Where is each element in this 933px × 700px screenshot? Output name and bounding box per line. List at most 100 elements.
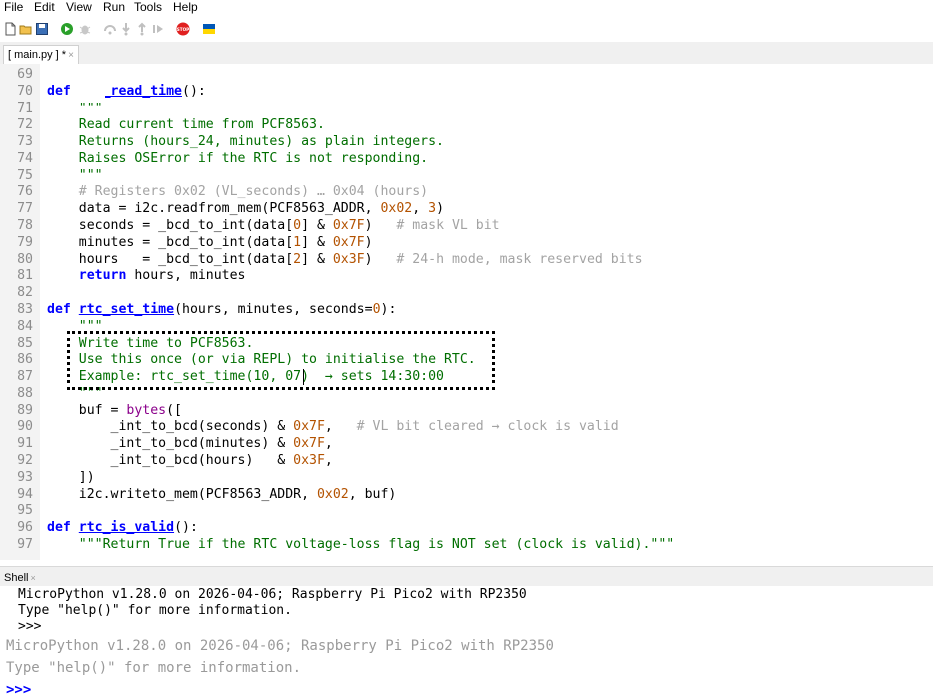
menu-help[interactable]: Help <box>173 0 198 15</box>
keyword: return <box>78 268 127 284</box>
docstring: Returns (hours_24, minutes) as plain int… <box>78 134 444 150</box>
tab-shell[interactable]: Shell × <box>4 570 36 586</box>
line-number: 93 <box>17 469 33 485</box>
shell-tab-strip: Shell × <box>0 566 933 587</box>
tab-main-py[interactable]: [ main.py ] * × <box>3 45 79 65</box>
code-line: 73 Returns (hours_24, minutes) as plain … <box>0 134 933 151</box>
debug-icon[interactable] <box>78 22 92 36</box>
code-line: 93 ]) <box>0 470 933 487</box>
code-line: 71 """ <box>0 101 933 118</box>
line-number: 92 <box>17 452 33 468</box>
code-line: 75 """ <box>0 168 933 185</box>
stop-icon[interactable]: STOP <box>176 22 190 36</box>
code-line: 97 """Return True if the RTC voltage-los… <box>0 537 933 554</box>
code-line: 76 # Registers 0x02 (VL_seconds) … 0x04 … <box>0 184 933 201</box>
step-out-icon[interactable] <box>135 22 149 36</box>
step-over-icon[interactable] <box>103 22 117 36</box>
line-number: 84 <box>17 318 33 334</box>
code-line: 95 <box>0 503 933 520</box>
docstring: """Return True if the RTC voltage-loss f… <box>78 536 675 552</box>
close-icon[interactable]: × <box>30 573 35 583</box>
docstring: """ <box>78 167 103 183</box>
code-line: 79 minutes = _bcd_to_int(data[1] & 0x7F) <box>0 235 933 252</box>
code-line: 81 return hours, minutes <box>0 268 933 285</box>
resume-icon[interactable] <box>151 22 165 36</box>
line-number: 97 <box>17 536 33 552</box>
keyword: def <box>47 520 71 536</box>
menu-edit[interactable]: Edit <box>34 0 55 15</box>
line-number: 94 <box>17 486 33 502</box>
code-line: 94 i2c.writeto_mem(PCF8563_ADDR, 0x02, b… <box>0 487 933 504</box>
code-line: 92 _int_to_bcd(hours) & 0x3F, <box>0 453 933 470</box>
ukraine-flag-icon <box>203 24 215 34</box>
code-line: 83 def rtc_set_time(hours, minutes, secon… <box>0 302 933 319</box>
line-number: 83 <box>17 301 33 317</box>
shell-output-line: MicroPython v1.28.0 on 2026-04-06; Raspb… <box>6 638 554 654</box>
close-icon[interactable]: × <box>68 50 74 61</box>
line-number: 86 <box>17 352 33 368</box>
shell-panel[interactable]: MicroPython v1.28.0 on 2026-04-06; Raspb… <box>0 586 933 700</box>
line-number: 70 <box>17 83 33 99</box>
line-number: 77 <box>17 201 33 217</box>
step-into-icon[interactable] <box>119 22 133 36</box>
code-line: 80 hours = _bcd_to_int(data[2] & 0x3F) #… <box>0 252 933 269</box>
code-line: 82 <box>0 285 933 302</box>
svg-text:STOP: STOP <box>177 27 190 32</box>
line-number: 78 <box>17 218 33 234</box>
line-number: 91 <box>17 436 33 452</box>
code-line: 77 data = i2c.readfrom_mem(PCF8563_ADDR,… <box>0 201 933 218</box>
code-line: 74 Raises OSError if the RTC is not resp… <box>0 151 933 168</box>
menu-tools[interactable]: Tools <box>134 0 162 15</box>
menu-bar: File Edit View Run Tools Help <box>0 0 933 16</box>
line-number: 75 <box>17 167 33 183</box>
line-number: 74 <box>17 150 33 166</box>
docstring: Read current time from PCF8563. <box>78 117 325 133</box>
line-number: 73 <box>17 134 33 150</box>
tab-label: Shell <box>4 572 29 584</box>
comment: # mask VL bit <box>396 218 500 234</box>
code-line: 89 buf = bytes([ <box>0 403 933 420</box>
code-line: 90 _int_to_bcd(seconds) & 0x7F, # VL bit… <box>0 419 933 436</box>
menu-view[interactable]: View <box>66 0 92 15</box>
line-number: 87 <box>17 369 33 385</box>
open-file-icon[interactable] <box>19 22 33 36</box>
selection-box <box>67 331 495 390</box>
tab-label: [ main.py ] * <box>8 49 67 61</box>
line-number: 89 <box>17 402 33 418</box>
code-line: 72 Read current time from PCF8563. <box>0 117 933 134</box>
editor-tab-strip: [ main.py ] * × <box>0 42 933 65</box>
line-number: 81 <box>17 268 33 284</box>
code-editor[interactable]: 69 70 def rtc_read_time(): 71 """ 72 Read… <box>0 64 933 560</box>
comment: # 24-h mode, mask reserved bits <box>396 251 643 267</box>
comment: # VL bit cleared → clock is valid <box>356 419 619 435</box>
code-line: 70 def rtc_read_time(): <box>0 84 933 101</box>
line-number: 90 <box>17 419 33 435</box>
shell-output-line: MicroPython v1.28.0 on 2026-04-06; Raspb… <box>18 587 527 602</box>
docstring: Raises OSError if the RTC is not respond… <box>78 150 429 166</box>
function-name: rtc_set_time <box>78 301 175 317</box>
shell-prompt: >>> <box>18 619 42 634</box>
text-cursor <box>303 369 304 385</box>
line-number: 95 <box>17 503 33 519</box>
occlusion-patch <box>73 85 105 103</box>
line-number: 71 <box>17 100 33 116</box>
shell-prompt[interactable]: >>> <box>6 682 31 698</box>
save-icon[interactable] <box>35 22 49 36</box>
menu-file[interactable]: File <box>4 0 23 15</box>
menu-run[interactable]: Run <box>103 0 125 15</box>
keyword: def <box>47 83 71 99</box>
line-number: 80 <box>17 251 33 267</box>
code-line: 91 _int_to_bcd(minutes) & 0x7F, <box>0 436 933 453</box>
line-number: 72 <box>17 117 33 133</box>
line-number: 79 <box>17 234 33 250</box>
new-file-icon[interactable] <box>3 22 17 36</box>
comment: # Registers 0x02 (VL_seconds) … 0x04 (ho… <box>78 184 429 200</box>
line-number: 76 <box>17 184 33 200</box>
line-number: 82 <box>17 285 33 301</box>
shell-output-line: Type "help()" for more information. <box>6 660 302 676</box>
line-number: 85 <box>17 335 33 351</box>
run-icon[interactable] <box>60 22 74 36</box>
code-line: 78 seconds = _bcd_to_int(data[0] & 0x7F)… <box>0 218 933 235</box>
line-number: 69 <box>17 67 33 82</box>
code-line: 96 def rtc_is_valid(): <box>0 520 933 537</box>
